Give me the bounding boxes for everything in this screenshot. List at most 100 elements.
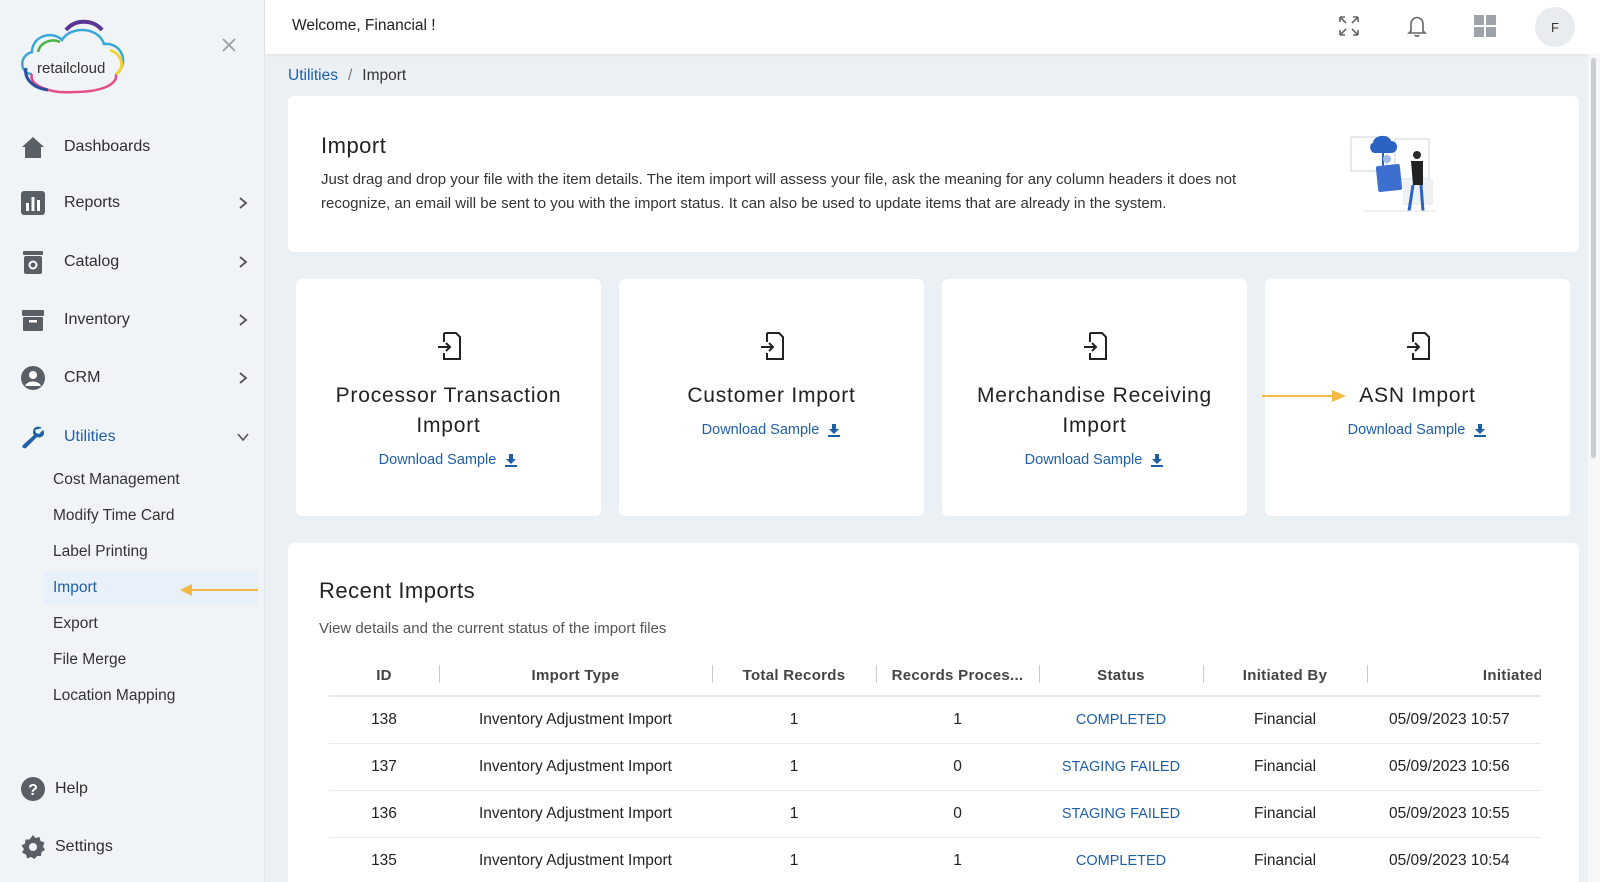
- chevron-right-icon: [239, 372, 248, 384]
- fullscreen-icon[interactable]: [1337, 14, 1361, 38]
- table-row[interactable]: 136 Inventory Adjustment Import 1 0 STAG…: [329, 791, 1541, 838]
- cell-initiated-on: 05/09/2023 10:55: [1389, 805, 1510, 822]
- sidebar-item-inventory[interactable]: Inventory: [0, 298, 265, 342]
- column-header-records-processed[interactable]: Records Proces...: [876, 667, 1039, 684]
- cell-import-type: Inventory Adjustment Import: [479, 852, 672, 869]
- cell-id: 136: [371, 805, 397, 822]
- download-sample-label: Download Sample: [701, 422, 820, 438]
- cell-initiated-on: 05/09/2023 10:57: [1389, 711, 1510, 728]
- cell-records-processed: 1: [953, 711, 962, 728]
- download-sample-label: Download Sample: [1347, 422, 1466, 438]
- status-badge[interactable]: COMPLETED: [1039, 712, 1203, 728]
- sidebar-subitem-label-printing[interactable]: Label Printing: [44, 535, 258, 569]
- sidebar-item-reports[interactable]: Reports: [0, 181, 265, 225]
- table-row[interactable]: 138 Inventory Adjustment Import 1 1 COMP…: [329, 697, 1541, 744]
- intro-description: Just drag and drop your file with the it…: [321, 171, 1237, 212]
- cell-import-type: Inventory Adjustment Import: [479, 758, 672, 775]
- annotation-arrow: [1262, 390, 1346, 402]
- sidebar-item-label: Settings: [55, 838, 113, 855]
- wrench-icon: [22, 426, 45, 449]
- table-row[interactable]: 135 Inventory Adjustment Import 1 1 COMP…: [329, 838, 1541, 882]
- merchandise-receiving-import-card[interactable]: Merchandise Receiving Import Download Sa…: [942, 279, 1247, 516]
- cell-id: 137: [371, 758, 397, 775]
- import-type-title: Processor Transaction Import: [335, 384, 562, 437]
- gear-icon: [21, 835, 45, 859]
- cell-total-records: 1: [789, 711, 799, 728]
- import-intro-card: Import Just drag and drop your file with…: [288, 96, 1579, 252]
- column-header-id[interactable]: ID: [329, 667, 439, 684]
- bell-icon[interactable]: [1405, 14, 1429, 38]
- sidebar-item-catalog[interactable]: Catalog: [0, 240, 265, 284]
- welcome-text: Welcome, Financial !: [292, 17, 436, 34]
- sidebar-subitem-modify-time-card[interactable]: Modify Time Card: [44, 499, 258, 533]
- column-header-total-records[interactable]: Total Records: [712, 667, 876, 684]
- file-import-icon: [1083, 332, 1107, 360]
- cell-total-records: 1: [789, 805, 799, 822]
- sidebar-item-label: Catalog: [64, 253, 120, 270]
- cell-initiated-by: Financial: [1253, 852, 1317, 869]
- file-import-icon: [760, 332, 784, 360]
- sidebar-item-help[interactable]: ? Help: [0, 767, 265, 811]
- cell-records-processed: 1: [953, 852, 962, 869]
- chevron-right-icon: [239, 256, 248, 268]
- table-row[interactable]: 137 Inventory Adjustment Import 1 0 STAG…: [329, 744, 1541, 791]
- home-icon: [22, 137, 44, 158]
- sidebar-item-label: Dashboards: [64, 138, 151, 155]
- column-header-initiated-by[interactable]: Initiated By: [1203, 667, 1367, 684]
- download-sample-link[interactable]: Download Sample: [619, 422, 924, 438]
- processor-transaction-import-card[interactable]: Processor Transaction Import Download Sa…: [296, 279, 601, 516]
- sidebar-item-utilities[interactable]: Utilities: [0, 415, 265, 459]
- sidebar-item-crm[interactable]: CRM: [0, 356, 265, 400]
- page-scrollbar[interactable]: [1588, 54, 1600, 882]
- cell-initiated-by: Financial: [1253, 711, 1317, 728]
- file-import-icon: [437, 332, 461, 360]
- sidebar-item-label: Reports: [64, 194, 121, 211]
- chevron-down-icon: [237, 433, 249, 442]
- column-header-status[interactable]: Status: [1039, 667, 1203, 684]
- page-title: Import: [321, 133, 387, 158]
- download-icon: [505, 454, 518, 467]
- status-badge[interactable]: COMPLETED: [1039, 853, 1203, 869]
- download-sample-link[interactable]: Download Sample: [942, 452, 1247, 468]
- column-separator[interactable]: [1367, 665, 1368, 683]
- cell-id: 138: [371, 711, 397, 728]
- cell-import-type: Inventory Adjustment Import: [479, 805, 672, 822]
- sidebar: retailcloud Dashboards Reports Catalog I…: [0, 0, 265, 882]
- chevron-right-icon: [239, 314, 248, 326]
- customer-import-card[interactable]: Customer Import Download Sample: [619, 279, 924, 516]
- import-type-title: Merchandise Receiving Import: [976, 384, 1213, 437]
- sidebar-item-settings[interactable]: Settings: [0, 825, 265, 869]
- cell-initiated-on: 05/09/2023 10:56: [1389, 758, 1510, 775]
- sidebar-subitem-export[interactable]: Export: [44, 607, 258, 641]
- sidebar-subitem-file-merge[interactable]: File Merge: [44, 643, 258, 677]
- download-icon: [1151, 454, 1164, 467]
- column-header-import-type[interactable]: Import Type: [439, 667, 712, 684]
- download-sample-link[interactable]: Download Sample: [296, 452, 601, 468]
- user-avatar[interactable]: F: [1535, 7, 1575, 47]
- close-sidebar-icon[interactable]: [220, 36, 238, 54]
- chevron-right-icon: [239, 197, 248, 209]
- breadcrumb-utilities-link[interactable]: Utilities: [288, 67, 338, 85]
- sidebar-item-label: CRM: [64, 369, 101, 386]
- catalog-icon: [23, 251, 43, 274]
- user-circle-icon: [21, 366, 45, 390]
- recent-imports-title: Recent Imports: [319, 578, 476, 603]
- cell-records-processed: 0: [953, 805, 962, 822]
- sidebar-subitem-cost-management[interactable]: Cost Management: [44, 463, 258, 497]
- download-sample-link[interactable]: Download Sample: [1265, 422, 1570, 438]
- status-badge[interactable]: STAGING FAILED: [1039, 759, 1203, 775]
- status-badge[interactable]: STAGING FAILED: [1039, 806, 1203, 822]
- cell-initiated-by: Financial: [1253, 805, 1317, 822]
- retailcloud-logo[interactable]: retailcloud: [18, 18, 130, 94]
- cell-total-records: 1: [789, 852, 799, 869]
- apps-grid-icon[interactable]: [1473, 14, 1497, 38]
- sidebar-subitem-location-mapping[interactable]: Location Mapping: [44, 679, 258, 713]
- recent-imports-subtitle: View details and the current status of t…: [319, 620, 667, 637]
- scrollbar-thumb[interactable]: [1591, 58, 1596, 458]
- download-sample-label: Download Sample: [378, 452, 497, 468]
- recent-imports-card: Recent Imports View details and the curr…: [288, 543, 1579, 882]
- sidebar-item-label: Help: [55, 780, 88, 797]
- sidebar-item-dashboards[interactable]: Dashboards: [0, 125, 265, 169]
- import-type-title: Customer Import: [687, 384, 856, 407]
- column-header-initiated-on[interactable]: Initiated On: [1389, 667, 1541, 684]
